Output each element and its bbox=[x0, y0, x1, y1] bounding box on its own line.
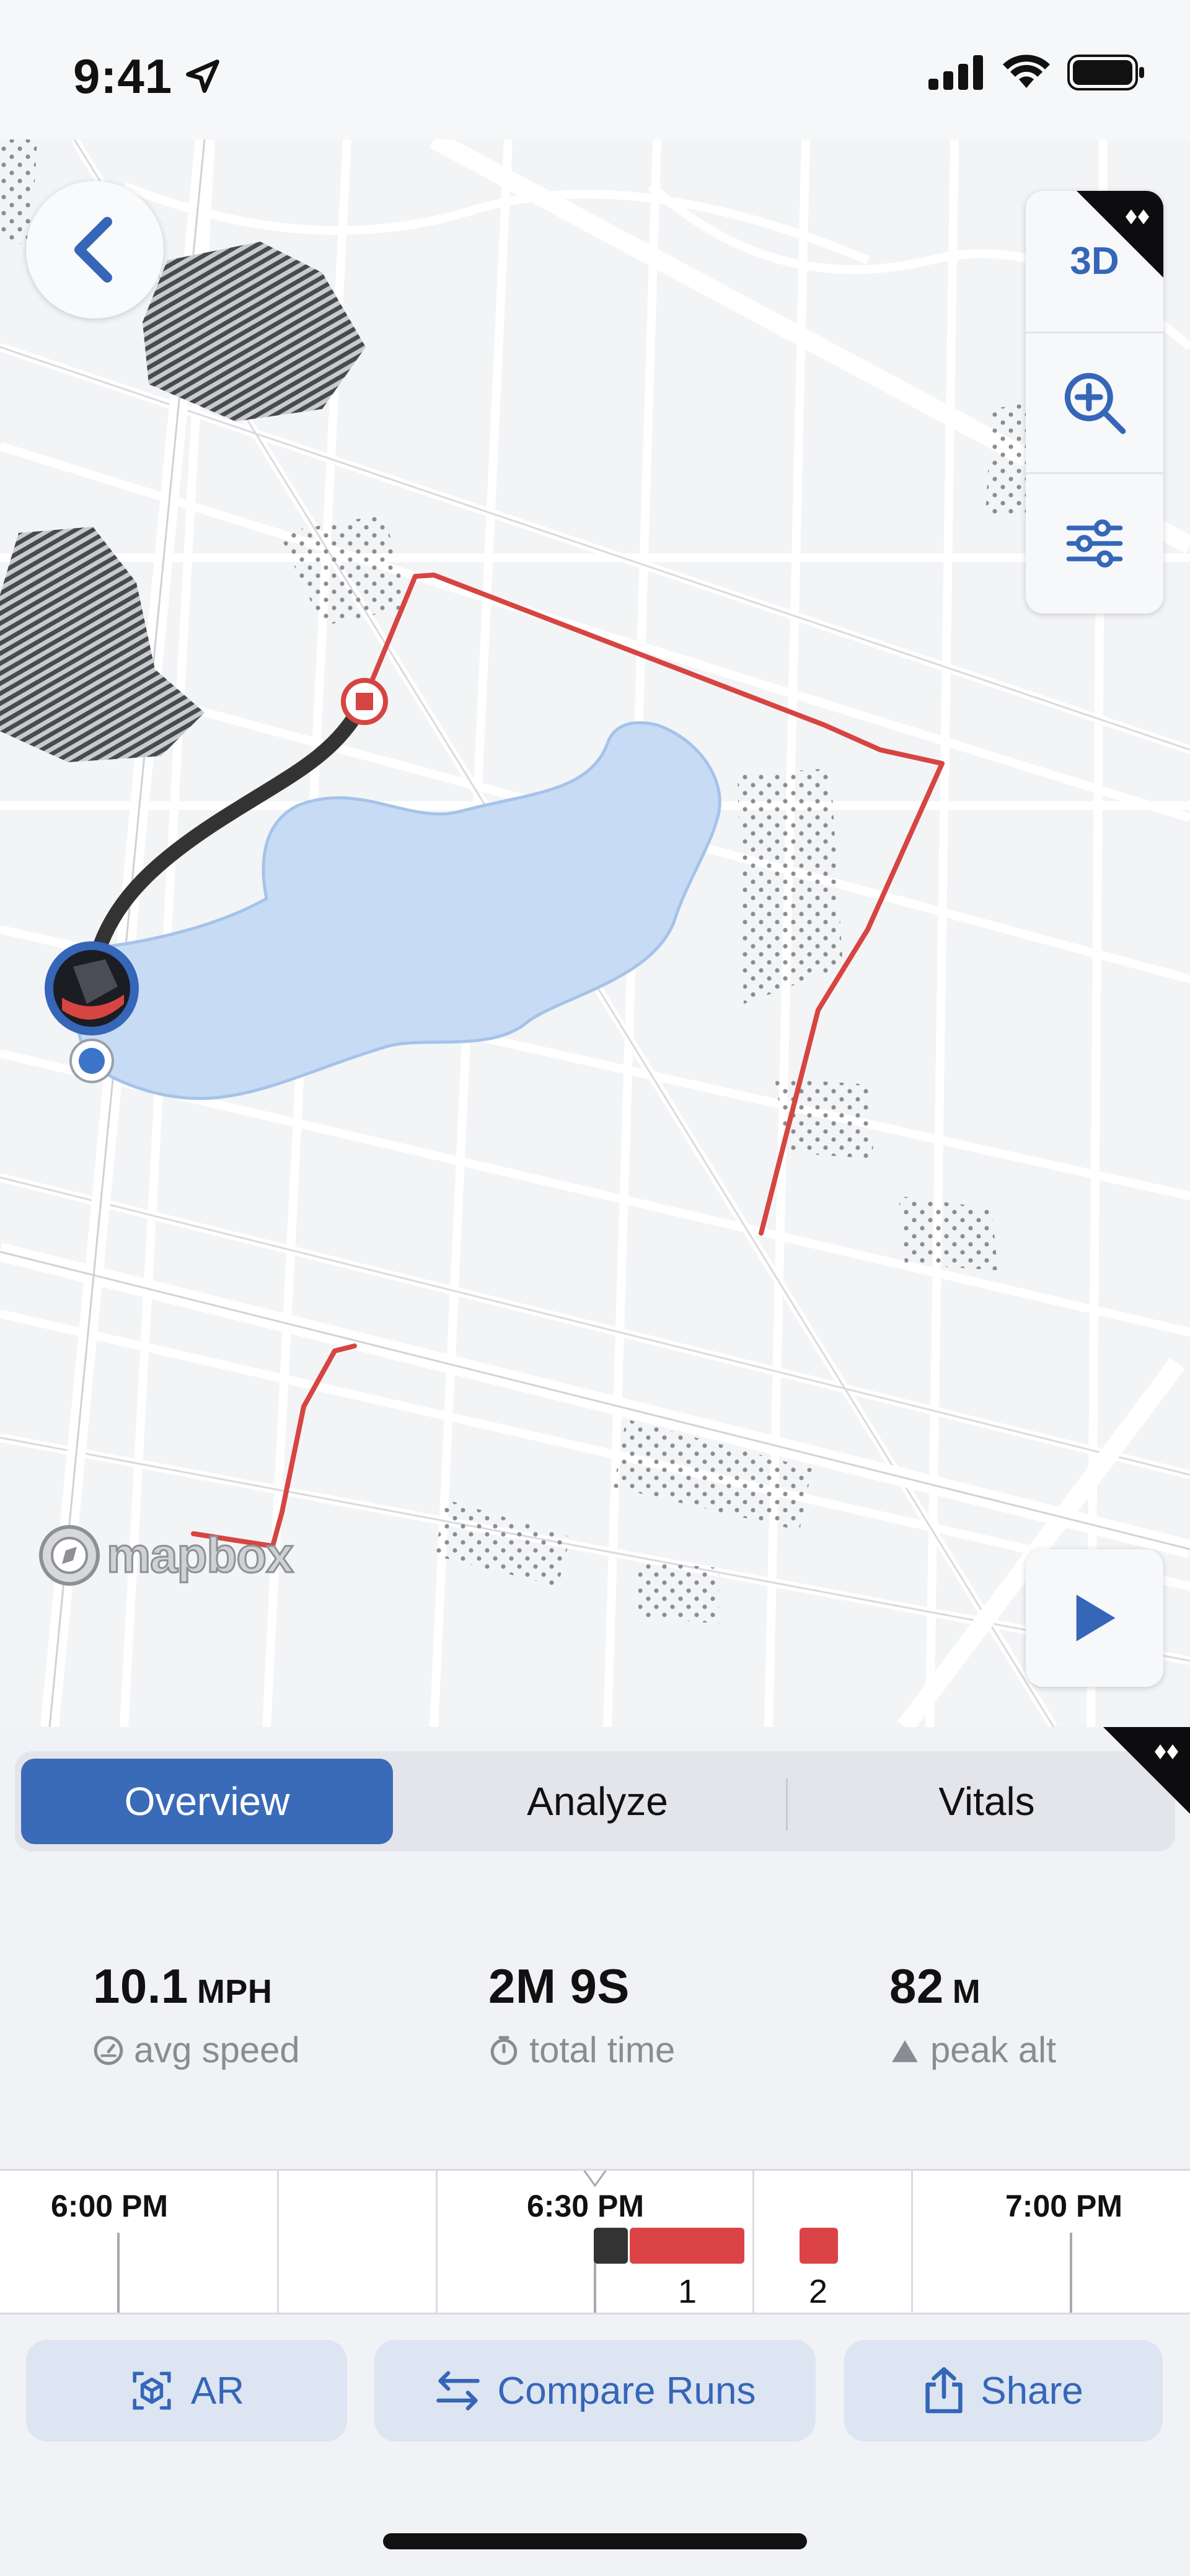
timeline-pointer-icon bbox=[583, 2171, 607, 2187]
activity-timeline[interactable]: 6:00 PM 6:30 PM 7:00 PM 1 2 bbox=[0, 2169, 1190, 2314]
compare-runs-label: Compare Runs bbox=[497, 2369, 756, 2412]
home-indicator[interactable] bbox=[383, 2533, 807, 2549]
timeline-gridline bbox=[436, 2171, 438, 2313]
mountain-icon bbox=[892, 2039, 918, 2062]
arrows-swap-icon bbox=[436, 2371, 480, 2411]
timeline-label-600: 6:00 PM bbox=[48, 2188, 170, 2224]
stat-avg-speed: 10.1 MPH avg speed bbox=[93, 1958, 300, 2071]
share-button-label: Share bbox=[981, 2369, 1083, 2412]
timeline-gridline bbox=[752, 2171, 754, 2313]
ar-cube-icon bbox=[133, 2372, 171, 2410]
ar-button-label: AR bbox=[190, 2369, 245, 2412]
segmented-tabs: Overview Analyze Vitals bbox=[15, 1751, 1175, 1852]
map-area-building bbox=[143, 242, 366, 421]
timeline-tick bbox=[1070, 2233, 1072, 2313]
share-icon bbox=[925, 2367, 963, 2414]
stat-value: 82 M bbox=[889, 1959, 981, 2013]
zoom-button[interactable] bbox=[1026, 332, 1163, 472]
timeline-gridline bbox=[911, 2171, 913, 2313]
mapbox-wordmark: mapbox bbox=[106, 1527, 295, 1584]
current-location-dot bbox=[69, 1039, 114, 1083]
tab-analyze[interactable]: Analyze bbox=[412, 1759, 783, 1844]
map-settings-button[interactable] bbox=[1026, 472, 1163, 613]
timer-icon bbox=[490, 2036, 518, 2065]
back-button[interactable] bbox=[26, 181, 164, 319]
play-icon bbox=[1076, 1594, 1116, 1642]
chevron-left-icon bbox=[74, 217, 112, 283]
map-controls: 3D bbox=[1026, 191, 1163, 613]
location-arrow-icon bbox=[186, 59, 219, 93]
battery-icon bbox=[1067, 55, 1144, 90]
stat-total-time: 2M 9S total time bbox=[488, 1958, 675, 2071]
stat-peak-alt: 82 M peak alt bbox=[889, 1958, 1056, 2071]
tab-divider bbox=[786, 1778, 788, 1831]
play-replay-button[interactable] bbox=[1026, 1549, 1163, 1687]
tab-overview[interactable]: Overview bbox=[21, 1759, 393, 1844]
sliders-icon bbox=[1066, 519, 1123, 568]
timeline-label-700: 7:00 PM bbox=[1003, 2188, 1125, 2224]
stat-label: avg speed bbox=[134, 2030, 300, 2070]
timeline-label-630: 6:30 PM bbox=[524, 2188, 646, 2224]
stat-label: peak alt bbox=[930, 2030, 1057, 2070]
mapbox-logo-icon bbox=[39, 1525, 100, 1586]
mapbox-attribution[interactable]: mapbox bbox=[37, 1523, 295, 1588]
map-canvas[interactable] bbox=[0, 139, 1190, 1727]
speedometer-icon bbox=[94, 2036, 123, 2065]
stat-label: total time bbox=[529, 2030, 676, 2070]
premium-badge-icon bbox=[1103, 1727, 1190, 1814]
map-view[interactable]: 3D mapbox bbox=[0, 139, 1190, 1727]
status-time: 9:41 bbox=[73, 49, 173, 103]
premium-badge-icon bbox=[1077, 191, 1163, 278]
compare-runs-button[interactable]: Compare Runs bbox=[374, 2340, 816, 2442]
share-button[interactable]: Share bbox=[844, 2340, 1163, 2442]
timeline-run-segment-2[interactable] bbox=[800, 2228, 838, 2264]
wifi-icon bbox=[1003, 55, 1050, 88]
timeline-gridline bbox=[277, 2171, 279, 2313]
stop-marker bbox=[341, 678, 388, 725]
zoom-in-icon bbox=[1064, 372, 1126, 434]
status-bar: 9:41 bbox=[0, 0, 1190, 139]
stat-value: 10.1 MPH bbox=[93, 1959, 273, 2013]
timeline-tick bbox=[117, 2233, 120, 2313]
timeline-segment-label: 1 bbox=[678, 2273, 697, 2310]
stat-value: 2M 9S bbox=[488, 1959, 630, 2013]
timeline-run-segment-1[interactable] bbox=[630, 2228, 744, 2264]
cellular-signal-icon bbox=[928, 55, 983, 90]
runner-avatar bbox=[45, 941, 139, 1035]
timeline-segment-label: 2 bbox=[809, 2273, 828, 2310]
timeline-idle-segment[interactable] bbox=[594, 2228, 628, 2264]
ar-button[interactable]: AR bbox=[26, 2340, 347, 2442]
